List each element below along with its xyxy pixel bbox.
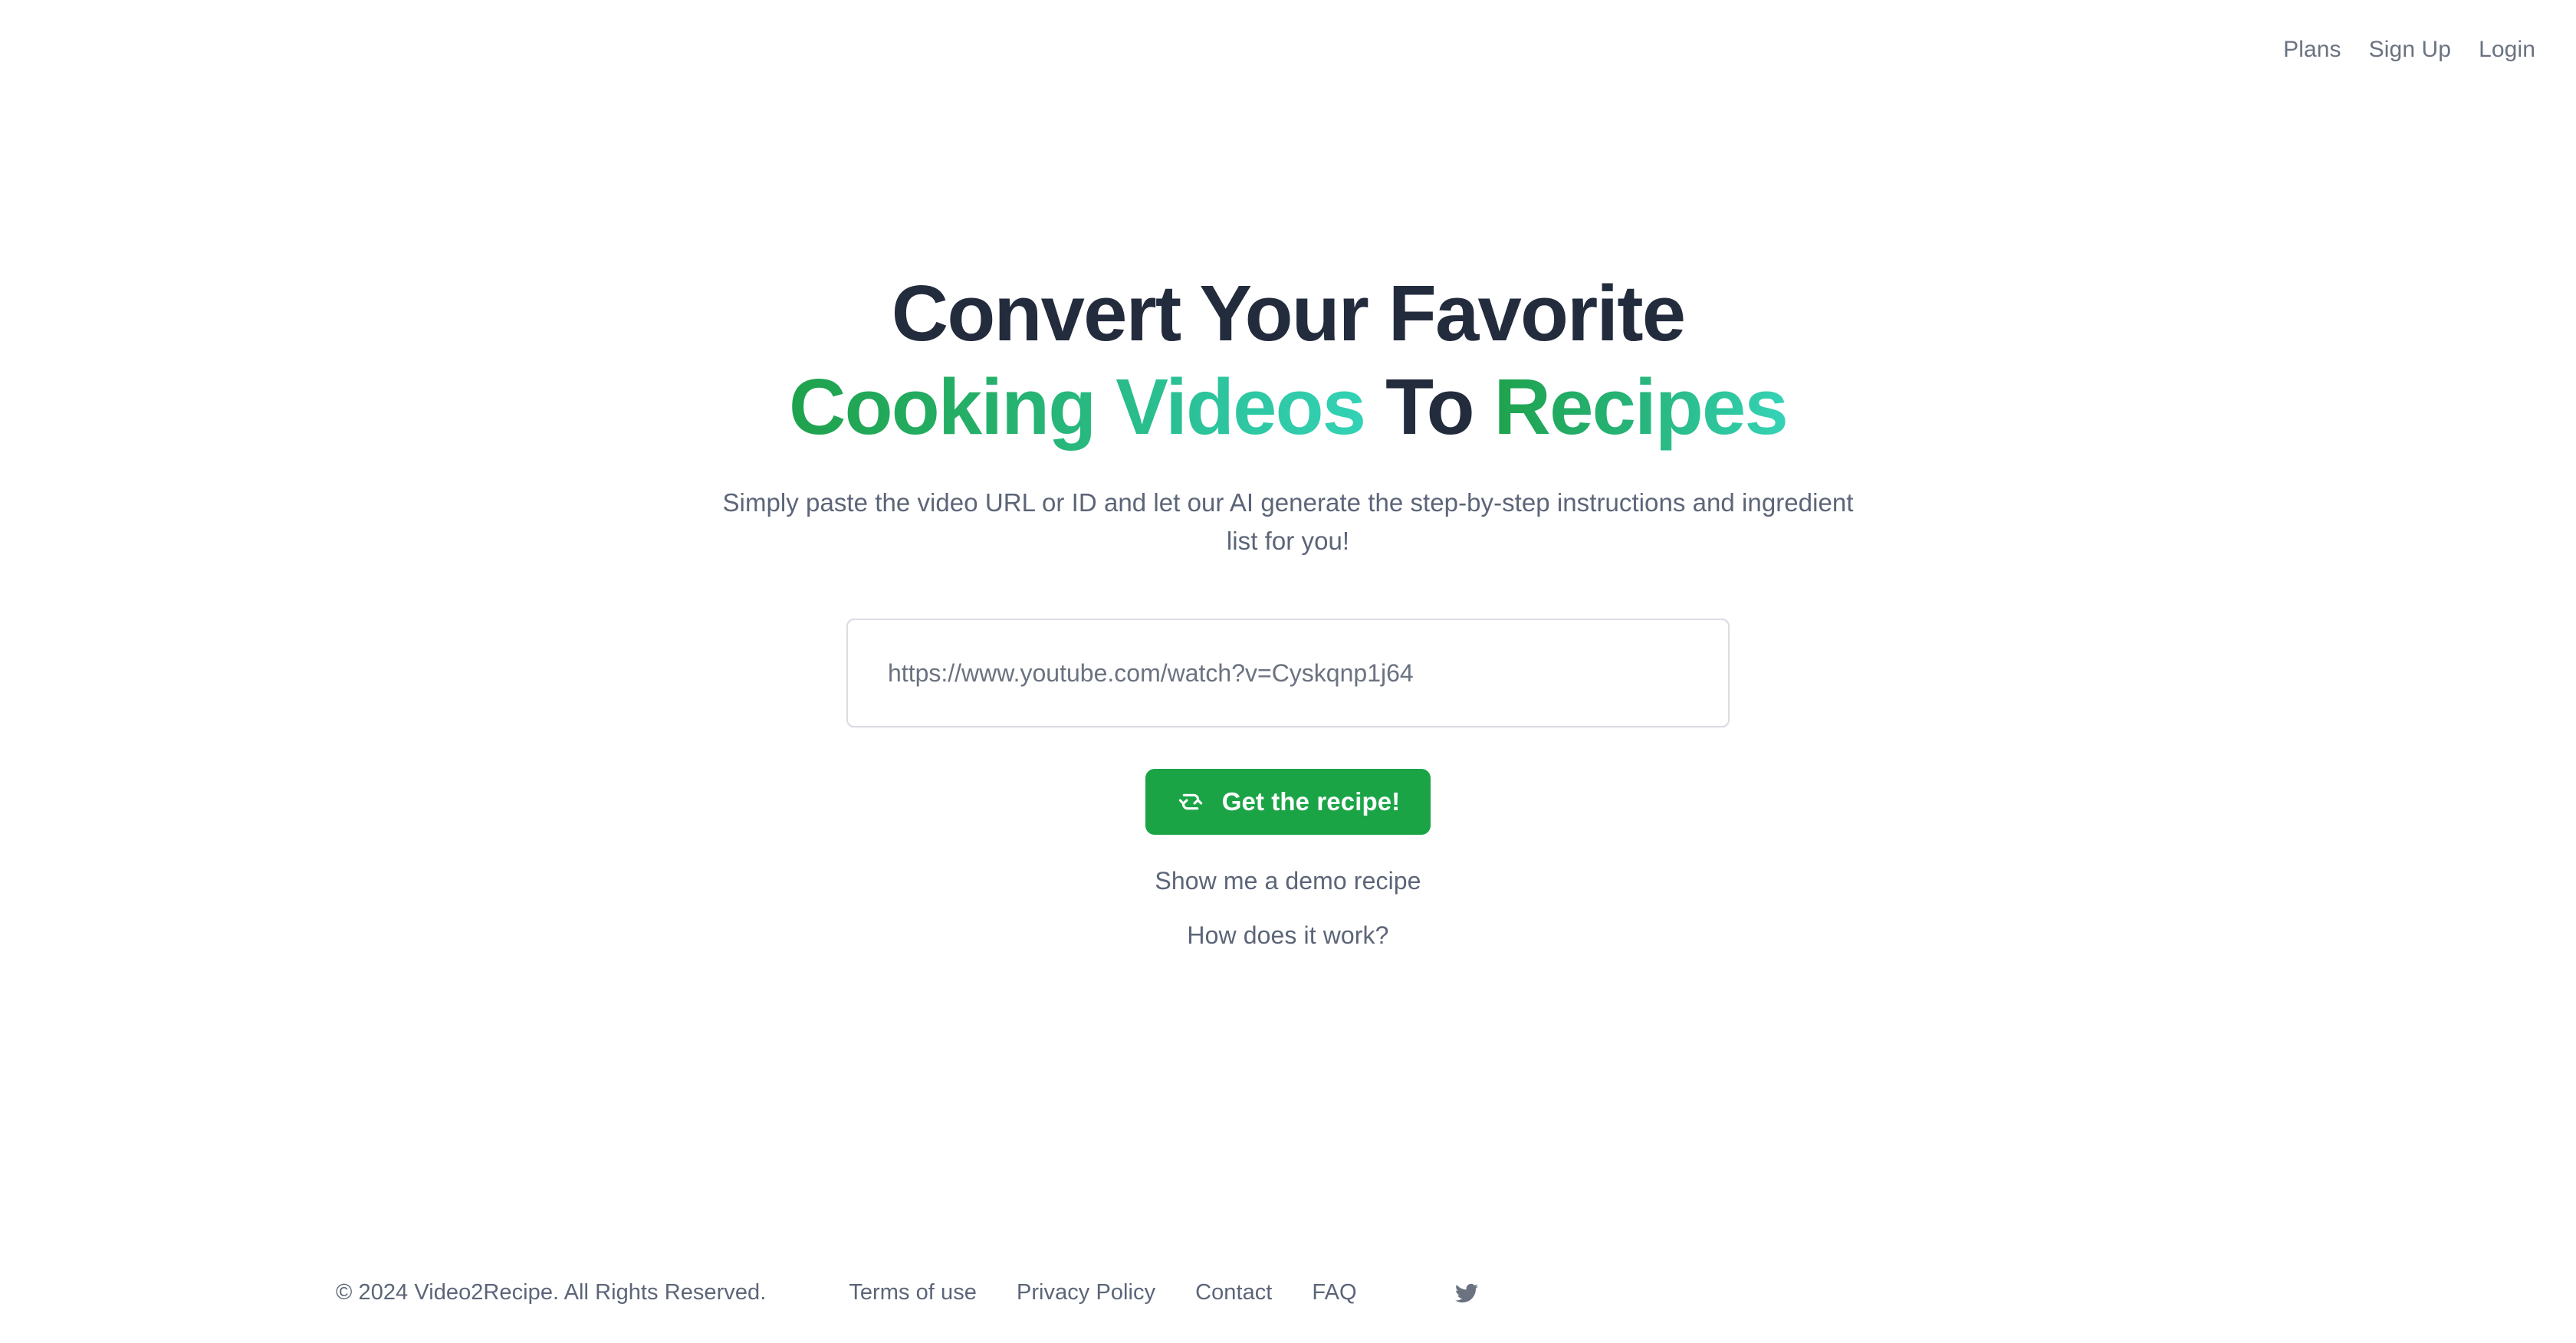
headline-line-1: Convert Your Favorite: [891, 269, 1686, 357]
video-url-input[interactable]: [846, 619, 1730, 728]
how-does-it-work-link[interactable]: How does it work?: [1187, 923, 1388, 947]
footer-social-group: [1454, 1282, 1480, 1305]
get-the-recipe-button[interactable]: Get the recipe!: [1145, 769, 1431, 836]
twitter-icon[interactable]: [1454, 1282, 1480, 1305]
hero-section: Convert Your Favorite Cooking Videos To …: [0, 0, 2576, 1257]
headline-cooking-videos: Cooking Videos: [789, 362, 1366, 451]
headline-line-2: Cooking Videos To Recipes: [789, 360, 1789, 454]
site-footer: © 2024 Video2Recipe. All Rights Reserved…: [0, 1263, 2576, 1343]
headline-to: To: [1385, 362, 1474, 451]
footer-links-group: Terms of use Privacy Policy Contact FAQ: [849, 1276, 1356, 1310]
footer-link-contact[interactable]: Contact: [1195, 1276, 1272, 1310]
hero-subtitle: Simply paste the video URL or ID and let…: [722, 488, 1854, 556]
footer-inner: © 2024 Video2Recipe. All Rights Reserved…: [330, 1263, 2246, 1310]
page-title: Convert Your Favorite Cooking Videos To …: [789, 267, 1789, 454]
get-the-recipe-label: Get the recipe!: [1221, 787, 1401, 816]
headline-recipes: Recipes: [1493, 362, 1789, 451]
show-demo-recipe-link[interactable]: Show me a demo recipe: [1155, 869, 1421, 893]
refresh-sync-icon: [1176, 787, 1205, 816]
footer-copyright: © 2024 Video2Recipe. All Rights Reserved…: [336, 1280, 767, 1305]
footer-link-terms-of-use[interactable]: Terms of use: [849, 1276, 977, 1310]
footer-link-privacy-policy[interactable]: Privacy Policy: [1017, 1276, 1155, 1310]
footer-link-faq[interactable]: FAQ: [1312, 1276, 1356, 1310]
landing-page: Plans Sign Up Login Convert Your Favorit…: [0, 0, 2576, 1343]
